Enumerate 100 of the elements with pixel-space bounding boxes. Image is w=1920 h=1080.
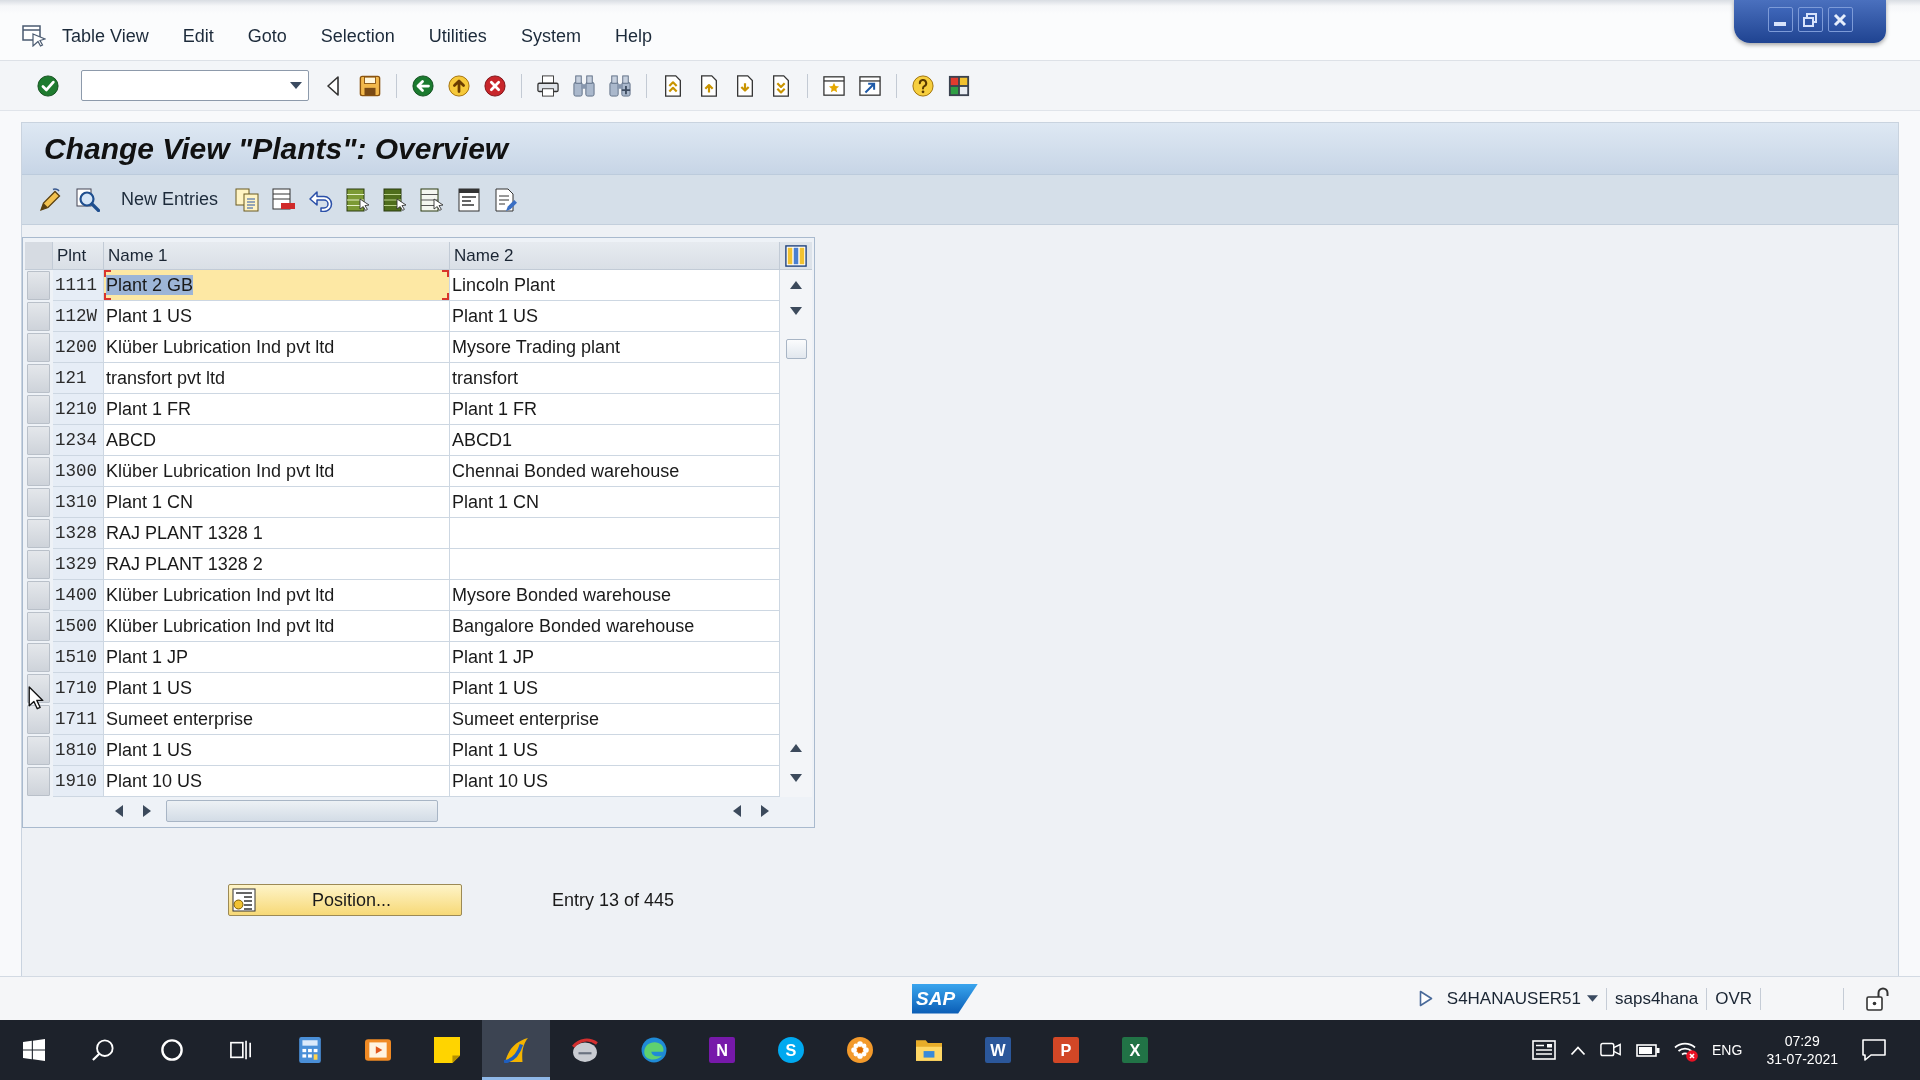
- table-cell[interactable]: ABCD1: [450, 425, 780, 456]
- table-cell[interactable]: RAJ PLANT 1328 1: [104, 518, 450, 549]
- taskbar-button[interactable]: W: [963, 1020, 1032, 1080]
- menu-item[interactable]: Utilities: [424, 20, 491, 52]
- printer-icon[interactable]: [537, 74, 559, 97]
- table-block-pointer-icon[interactable]: [383, 187, 408, 212]
- table-cell[interactable]: Plant 1 CN: [104, 487, 450, 518]
- table-cell[interactable]: Bangalore Bonded warehouse: [450, 611, 780, 642]
- table-cell[interactable]: Klüber Lubrication Ind pvt ltd: [104, 580, 450, 611]
- table-cell[interactable]: Plant 1 US: [450, 301, 780, 332]
- scrollbar-thumb[interactable]: [785, 339, 807, 359]
- menu-item[interactable]: Goto: [243, 20, 291, 52]
- table-cell[interactable]: Chennai Bonded warehouse: [450, 456, 780, 487]
- window-panes-icon[interactable]: [23, 1039, 46, 1061]
- minimize-button[interactable]: [1767, 7, 1793, 32]
- table-cell[interactable]: Plant 1 US: [104, 301, 450, 332]
- table-cell[interactable]: Plant 1 FR: [104, 394, 450, 425]
- newspaper-icon[interactable]: [1532, 1038, 1557, 1062]
- table-cell[interactable]: [450, 518, 780, 549]
- table-cell[interactable]: Plant 1 US: [450, 735, 780, 766]
- taskbar-button[interactable]: X: [1100, 1020, 1170, 1080]
- document-double-up-icon[interactable]: [662, 74, 684, 97]
- scroll-left-arrow-icon[interactable]: [115, 805, 123, 817]
- table-cell[interactable]: transfort: [450, 363, 780, 394]
- table-cell[interactable]: Plant 1 CN: [450, 487, 780, 518]
- table-cell[interactable]: Plant 1 US: [450, 673, 780, 704]
- enter-icon[interactable]: [37, 74, 59, 97]
- document-double-down-icon[interactable]: [770, 74, 792, 97]
- table-cell[interactable]: Mysore Trading plant: [450, 332, 780, 363]
- cancel-icon[interactable]: [484, 74, 506, 97]
- document-pen-icon[interactable]: [494, 187, 519, 212]
- document-lines-icon[interactable]: [457, 187, 482, 212]
- task-view-icon[interactable]: [229, 1039, 252, 1061]
- scroll-up-arrow-icon[interactable]: [790, 744, 802, 752]
- command-field[interactable]: [81, 70, 309, 101]
- column-layout-icon[interactable]: [785, 244, 807, 267]
- scroll-left-arrow-icon[interactable]: [733, 805, 741, 817]
- table-cell[interactable]: [450, 549, 780, 580]
- taskbar-button[interactable]: P: [1031, 1020, 1101, 1080]
- taskbar-button[interactable]: N: [687, 1020, 757, 1080]
- search-icon[interactable]: [92, 1039, 115, 1061]
- table-cell[interactable]: Plant 10 US: [104, 766, 450, 797]
- scrollbar-thumb[interactable]: [166, 800, 438, 822]
- table-cell[interactable]: Plant 1 FR: [450, 394, 780, 425]
- menu-item[interactable]: Edit: [178, 20, 218, 52]
- table-cell[interactable]: Lincoln Plant: [450, 270, 780, 301]
- scroll-right-arrow-icon[interactable]: [143, 805, 151, 817]
- table-cell[interactable]: Plant 1 US: [104, 673, 450, 704]
- help-icon[interactable]: [912, 74, 934, 97]
- taskbar-button[interactable]: [481, 1020, 551, 1080]
- table-cell[interactable]: Klüber Lubrication Ind pvt ltd: [104, 611, 450, 642]
- table-cell[interactable]: Mysore Bonded warehouse: [450, 580, 780, 611]
- row-minus-icon[interactable]: [272, 187, 297, 212]
- table-cell[interactable]: ABCD: [104, 425, 450, 456]
- table-cell[interactable]: Plant 1 JP: [450, 642, 780, 673]
- table-cell[interactable]: transfort pvt ltd: [104, 363, 450, 394]
- menu-item[interactable]: System: [516, 20, 585, 52]
- column-header[interactable]: Name 1: [104, 242, 450, 270]
- table-cell[interactable]: Sumeet enterprise: [104, 704, 450, 735]
- table-cell[interactable]: Plant 1 JP: [104, 642, 450, 673]
- binoculars-icon[interactable]: [573, 74, 595, 97]
- table-outline-pointer-icon[interactable]: [420, 187, 445, 212]
- table-cell[interactable]: Sumeet enterprise: [450, 704, 780, 735]
- open-padlock-icon[interactable]: [1866, 986, 1890, 1011]
- clock-time[interactable]: 07:29: [1784, 1031, 1820, 1050]
- column-header[interactable]: Plnt: [53, 242, 104, 270]
- position-button[interactable]: Position...: [228, 884, 462, 916]
- binoculars-plus-icon[interactable]: [609, 74, 631, 97]
- window-tiles-icon[interactable]: [948, 74, 970, 97]
- circle-icon[interactable]: [161, 1039, 183, 1061]
- scroll-right-arrow-icon[interactable]: [761, 805, 769, 817]
- triangle-left-icon[interactable]: [327, 75, 339, 96]
- magnifier-icon[interactable]: [76, 187, 100, 212]
- document-up-icon[interactable]: [698, 74, 720, 97]
- save-icon[interactable]: [359, 74, 381, 97]
- table-cell[interactable]: Plant 10 US: [450, 766, 780, 797]
- table-cell[interactable]: Plant 1 US: [104, 735, 450, 766]
- notification-icon[interactable]: [1862, 1038, 1886, 1062]
- language-indicator[interactable]: ENG: [1712, 1039, 1743, 1061]
- scroll-down-arrow-icon[interactable]: [790, 774, 802, 782]
- table-cell[interactable]: Klüber Lubrication Ind pvt ltd: [104, 456, 450, 487]
- menu-item[interactable]: Help: [610, 20, 656, 52]
- chevron-up-icon[interactable]: [1570, 1044, 1587, 1056]
- column-header[interactable]: Name 2: [450, 242, 780, 270]
- document-down-icon[interactable]: [734, 74, 756, 97]
- scroll-up-arrow-icon[interactable]: [790, 281, 802, 289]
- clock-date[interactable]: 31-07-2021: [1766, 1050, 1838, 1069]
- scroll-down-arrow-icon[interactable]: [790, 307, 802, 315]
- dropdown-caret-icon[interactable]: [290, 82, 302, 89]
- table-cell[interactable]: Klüber Lubrication Ind pvt ltd: [104, 332, 450, 363]
- restore-button[interactable]: [1797, 7, 1823, 32]
- menu-item[interactable]: Selection: [316, 20, 399, 52]
- menu-item[interactable]: Table View: [58, 20, 153, 52]
- table-cell[interactable]: Plant 2 GB: [104, 270, 450, 301]
- window-pointer-icon[interactable]: [22, 25, 46, 47]
- dropdown-caret-icon[interactable]: [1586, 995, 1598, 1002]
- new-entries-button[interactable]: New Entries: [117, 184, 223, 215]
- table-pointer-icon[interactable]: [346, 187, 371, 212]
- play-triangle-icon[interactable]: [1418, 990, 1433, 1007]
- close-button[interactable]: [1827, 7, 1853, 32]
